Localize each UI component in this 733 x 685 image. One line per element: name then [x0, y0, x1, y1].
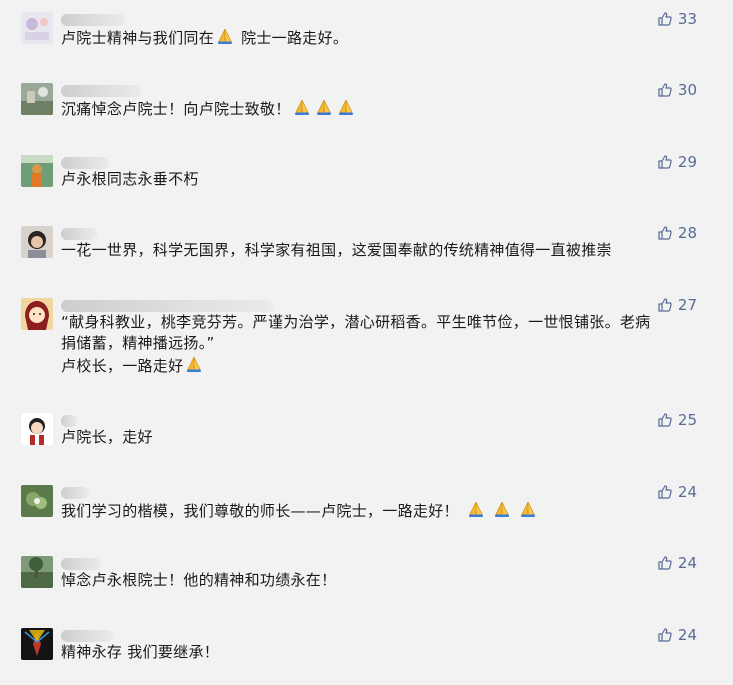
pray-icon — [292, 97, 312, 117]
nickname-blurred — [61, 415, 77, 427]
nickname-blurred — [61, 228, 97, 240]
like-button[interactable]: 30 — [657, 81, 697, 99]
comment-text: 我们学习的楷模，我们尊敬的师长——卢院士，一路走好！ — [61, 499, 713, 522]
nickname-blurred — [61, 487, 89, 499]
avatar[interactable] — [21, 485, 53, 517]
like-count: 28 — [677, 224, 697, 242]
comment-text: 卢院长，走好 — [61, 428, 153, 446]
like-button[interactable]: 24 — [657, 554, 697, 572]
like-count: 25 — [677, 411, 697, 429]
nickname-blurred — [61, 14, 125, 26]
thumbs-up-icon — [658, 556, 672, 570]
comment-text: 精神永存 我们要继承！ — [61, 643, 220, 661]
like-count: 27 — [677, 296, 697, 314]
like-count: 33 — [677, 10, 697, 28]
pray-icon — [518, 499, 538, 519]
thumbs-up-icon — [658, 83, 672, 97]
comment-text: 卢永根同志永垂不朽 — [61, 170, 199, 188]
pray-icon — [215, 26, 235, 46]
pray-icon — [492, 499, 512, 519]
comment-text: 沉痛悼念卢院士！向卢院士致敬！ — [61, 97, 713, 120]
nickname-blurred — [61, 85, 141, 97]
thumbs-up-icon — [658, 12, 672, 26]
like-button[interactable]: 33 — [657, 10, 697, 28]
avatar[interactable] — [21, 226, 53, 258]
comment-text: 悼念卢永根院士！他的精神和功绩永在！ — [61, 571, 337, 589]
comment-list: 卢院士精神与我们同在 院士一路走好。 33 沉痛悼念卢院士！向卢院士致敬！ 30… — [0, 0, 733, 685]
pray-icon — [314, 97, 334, 117]
avatar[interactable] — [21, 83, 53, 115]
like-button[interactable]: 27 — [657, 296, 697, 314]
comment-text: “献身科教业，桃李竞芬芳。严谨为治学，潜心研稻香。平生唯节俭，一世恨铺张。老病 … — [61, 313, 651, 375]
like-button[interactable]: 24 — [657, 626, 697, 644]
avatar[interactable] — [21, 298, 53, 330]
like-count: 24 — [677, 626, 697, 644]
like-count: 30 — [677, 81, 697, 99]
pray-icon — [184, 354, 204, 374]
like-button[interactable]: 25 — [657, 411, 697, 429]
pray-icon — [466, 499, 486, 519]
comment-text: 一花一世界，科学无国界，科学家有祖国，这爱国奉献的传统精神值得一直被推崇 — [61, 241, 612, 259]
like-button[interactable]: 24 — [657, 483, 697, 501]
thumbs-up-icon — [658, 226, 672, 240]
like-count: 29 — [677, 153, 697, 171]
like-count: 24 — [677, 554, 697, 572]
thumbs-up-icon — [658, 413, 672, 427]
like-button[interactable]: 28 — [657, 224, 697, 242]
nickname-blurred — [61, 157, 109, 169]
avatar[interactable] — [21, 155, 53, 187]
thumbs-up-icon — [658, 155, 672, 169]
avatar[interactable] — [21, 12, 53, 44]
like-count: 24 — [677, 483, 697, 501]
avatar[interactable] — [21, 556, 53, 588]
thumbs-up-icon — [658, 298, 672, 312]
avatar[interactable] — [21, 628, 53, 660]
nickname-blurred — [61, 558, 101, 570]
nickname-blurred — [61, 630, 113, 642]
pray-icon — [336, 97, 356, 117]
comment-text: 卢院士精神与我们同在 院士一路走好。 — [61, 26, 713, 49]
thumbs-up-icon — [658, 485, 672, 499]
thumbs-up-icon — [658, 628, 672, 642]
like-button[interactable]: 29 — [657, 153, 697, 171]
avatar[interactable] — [21, 413, 53, 445]
nickname-blurred — [61, 300, 273, 312]
